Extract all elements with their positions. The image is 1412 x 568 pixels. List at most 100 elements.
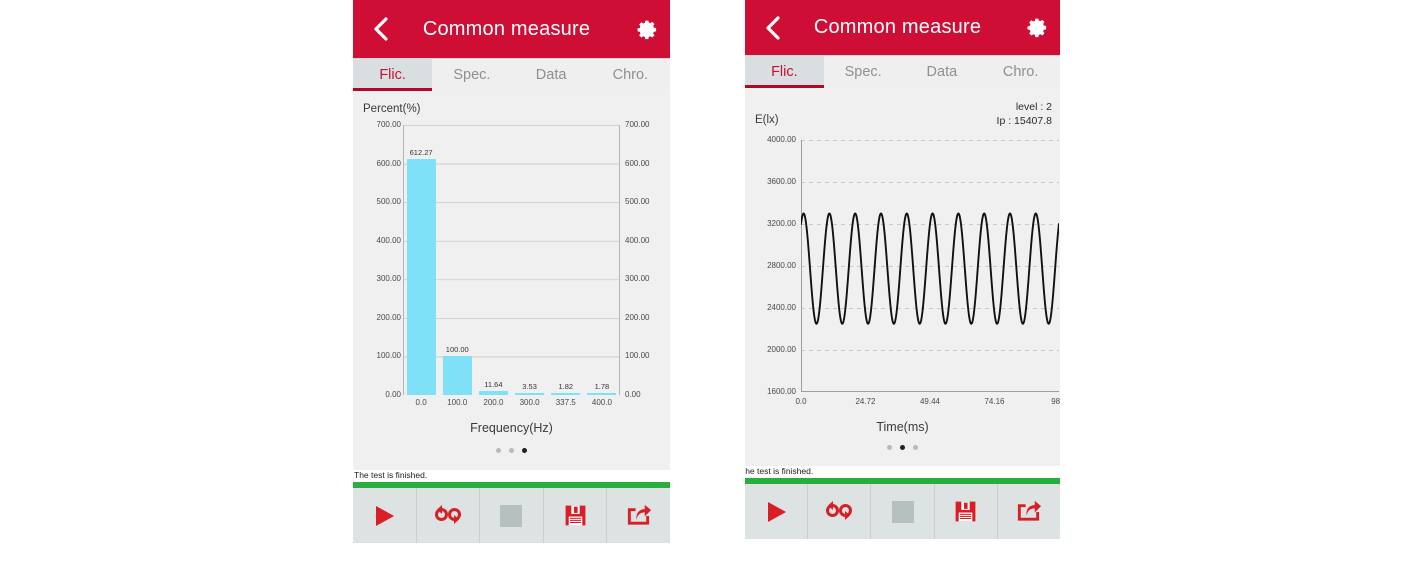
tab-chro[interactable]: Chro. <box>981 56 1060 88</box>
tab-chro-label: Chro. <box>1002 64 1039 80</box>
waveform-y-tick-label: 4000.00 <box>767 135 796 144</box>
tab-spec[interactable]: Spec. <box>824 56 903 88</box>
bar <box>515 392 545 395</box>
pager-dot[interactable] <box>509 448 514 453</box>
save-button[interactable] <box>935 484 998 539</box>
stop-icon <box>500 504 523 527</box>
save-button[interactable] <box>544 488 608 543</box>
tab-chro-label: Chro. <box>612 67 649 83</box>
play-icon <box>768 501 787 522</box>
tab-flic[interactable]: Flic. <box>745 56 824 88</box>
waveform-y-tick-label: 2000.00 <box>767 345 796 354</box>
status-text: The test is finished. <box>745 466 1060 478</box>
bar <box>587 392 617 395</box>
bar-chart-area[interactable]: Percent(%) 0.00 100.00 200.00 300.00 400.00 5… <box>353 91 670 470</box>
device-panel-flicker-bar: Common measure Flic. Spec. Data Chro. Pe… <box>353 0 670 543</box>
bar-value-label: 612.27 <box>409 147 433 157</box>
tab-chro[interactable]: Chro. <box>591 59 670 91</box>
bar-y-tick-label-right: 0.00 <box>625 390 641 399</box>
tab-flic-label: Flic. <box>379 67 406 83</box>
bar-y-tick-label-left: 100.00 <box>376 351 401 361</box>
page-title: Common measure <box>422 17 591 40</box>
pager-dot[interactable] <box>913 445 918 450</box>
bar-x-tick-label: 0.0 <box>415 398 427 407</box>
bar-x-tick-label: 200.0 <box>483 398 504 407</box>
bar-chart-x-axis-title: Frequency(Hz) <box>470 421 553 435</box>
bar <box>478 390 508 395</box>
pager-dots[interactable] <box>745 445 1060 450</box>
bottom-toolbar <box>353 488 670 543</box>
bar-y-tick-label-right: 700.00 <box>625 120 650 129</box>
readout-ip: Ip : 15407.8 <box>996 115 1052 127</box>
pager-dots[interactable] <box>353 448 670 453</box>
bar <box>406 158 436 395</box>
waveform-x-axis-title: Time(ms) <box>876 420 929 434</box>
title-bar: Common measure <box>745 0 1060 55</box>
waveform-chart-area[interactable]: level : 2 Ip : 15407.8 E(lx) 1600.00 2000… <box>745 88 1060 466</box>
waveform-y-tick-label: 3200.00 <box>767 219 796 228</box>
bottom-toolbar <box>745 484 1060 539</box>
repeat-button[interactable] <box>808 484 872 539</box>
waveform-y-tick-label: 3600.00 <box>767 177 796 186</box>
bar-y-tick-label-left: 300.00 <box>376 274 401 284</box>
tab-bar: Flic. Spec. Data Chro. <box>353 58 670 91</box>
bar-chart-y-axis-title: Percent(%) <box>363 103 421 115</box>
bar-series <box>403 125 620 395</box>
bar-y-tick-label-left: 600.00 <box>376 158 401 168</box>
share-button[interactable] <box>998 484 1060 539</box>
stop-icon <box>891 500 914 523</box>
waveform-x-tick-label: 74.16 <box>984 397 1005 406</box>
bar-y-tick-label-left: 0.00 <box>385 390 401 399</box>
bar-value-label: 1.78 <box>594 381 610 391</box>
bar-y-tick-label-right: 400.00 <box>625 235 650 245</box>
pager-dot[interactable] <box>900 445 905 450</box>
play-button[interactable] <box>745 484 809 539</box>
share-button[interactable] <box>607 488 670 543</box>
floppy-disk-icon <box>955 501 976 522</box>
pager-dot[interactable] <box>496 448 501 453</box>
tab-data-label: Data <box>926 64 958 80</box>
stop-button[interactable] <box>871 484 935 539</box>
pager-dot[interactable] <box>887 445 892 450</box>
play-button[interactable] <box>353 488 417 543</box>
tab-data[interactable]: Data <box>903 56 982 88</box>
waveform-x-tick-label: 0.0 <box>795 397 807 406</box>
bar-value-label: 1.82 <box>558 381 574 391</box>
repeat-button[interactable] <box>417 488 481 543</box>
gear-icon[interactable] <box>624 18 670 41</box>
tab-spec-label: Spec. <box>453 67 491 83</box>
tab-flic[interactable]: Flic. <box>353 59 433 91</box>
waveform-x-tick-label: 49.44 <box>919 397 941 406</box>
gear-icon[interactable] <box>1014 16 1060 39</box>
share-export-icon <box>1018 500 1042 521</box>
bar-x-tick-label: 400.0 <box>591 398 612 407</box>
waveform-plot-region <box>801 140 1059 392</box>
stop-button[interactable] <box>480 488 544 543</box>
bar-x-tick-label: 100.0 <box>447 398 468 407</box>
bar-y-tick-label-right: 300.00 <box>625 274 650 284</box>
bar-value-label: 3.53 <box>522 381 537 391</box>
bar-x-tick-label: 300.0 <box>519 398 540 407</box>
pager-dot[interactable] <box>522 448 527 453</box>
waveform-x-tick-label: 24.72 <box>855 397 876 406</box>
page-title: Common measure <box>813 16 982 38</box>
bar-y-tick-label-right: 600.00 <box>625 158 650 168</box>
bar <box>442 356 472 395</box>
bar-y-tick-label-left: 400.00 <box>376 235 401 245</box>
readout-level: level : 2 <box>1015 101 1052 113</box>
waveform-y-axis-title: E(lx) <box>755 114 779 126</box>
waveform-y-tick-label: 1600.00 <box>767 387 796 396</box>
title-bar: Common measure <box>353 0 670 58</box>
bar-y-tick-label-right: 100.00 <box>625 351 650 361</box>
waveform-y-tick-label: 2800.00 <box>767 261 796 270</box>
bar <box>551 392 581 395</box>
status-text: The test is finished. <box>353 470 670 482</box>
tab-data[interactable]: Data <box>512 59 591 91</box>
tab-spec[interactable]: Spec. <box>432 59 511 91</box>
floppy-disk-icon <box>565 505 585 526</box>
play-icon <box>376 505 395 526</box>
share-export-icon <box>628 504 652 525</box>
tab-data-label: Data <box>535 67 567 83</box>
bar-plot-region <box>403 125 620 395</box>
bar-y-tick-label-left: 700.00 <box>376 120 401 129</box>
